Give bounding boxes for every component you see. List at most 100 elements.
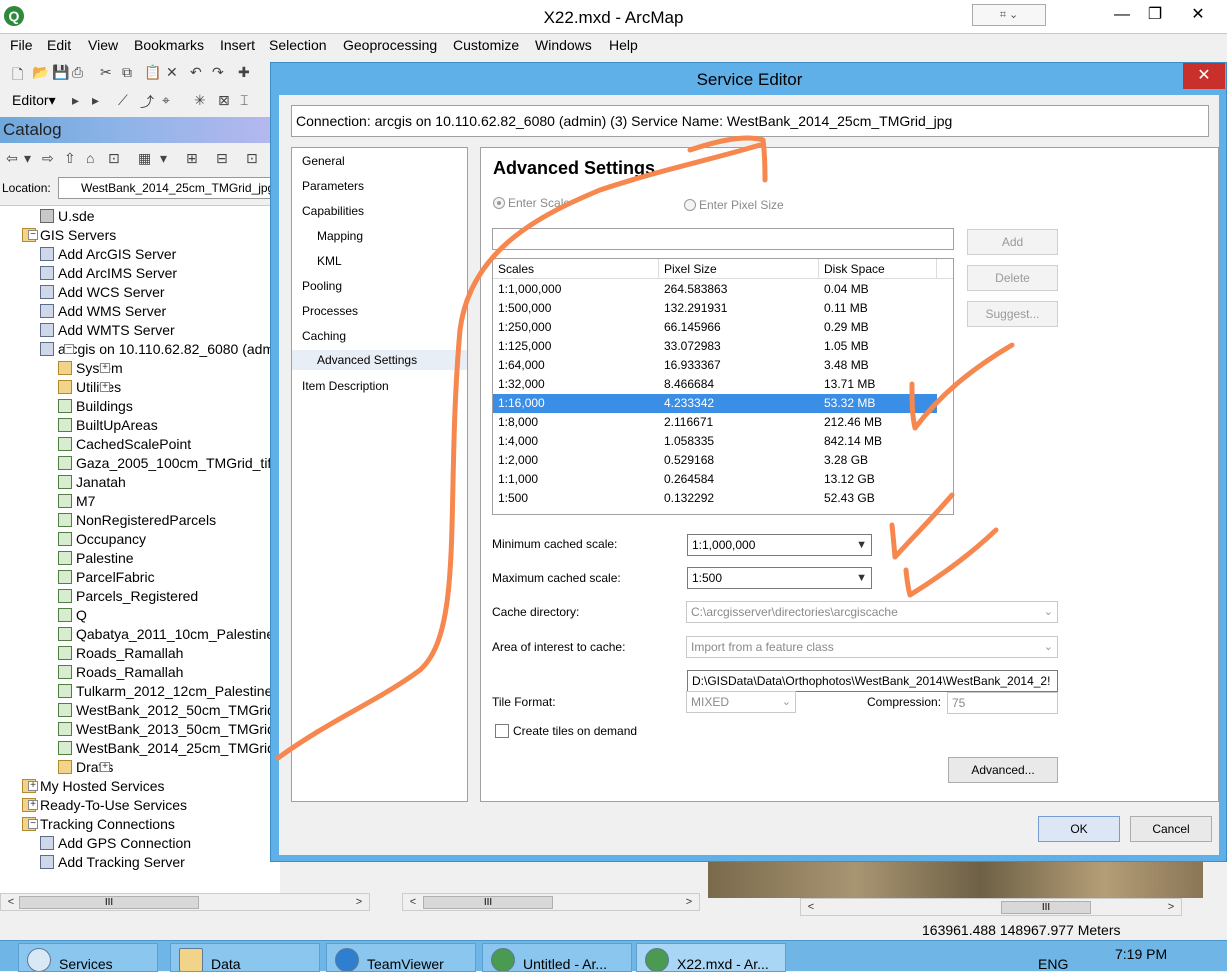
table-row[interactable]: 1:32,000 8.466684 13.71 MB	[493, 375, 937, 394]
taskbar-teamviewer[interactable]: TeamViewer	[326, 943, 476, 972]
tree-item[interactable]: Roads_Ramallah	[58, 663, 183, 682]
ok-button[interactable]: OK	[1038, 816, 1120, 842]
scroll-right-arrow[interactable]: >	[681, 894, 697, 910]
split-icon[interactable]: ⌶	[240, 92, 248, 109]
taskbar-services[interactable]: Services	[18, 943, 158, 972]
nav-processes[interactable]: Processes	[302, 304, 358, 318]
tree-item[interactable]: Add ArcIMS Server	[40, 264, 177, 283]
table-row[interactable]: 1:8,000 2.116671 212.46 MB	[493, 413, 937, 432]
location-input[interactable]: WestBank_2014_25cm_TMGrid_jpg	[58, 177, 276, 199]
tree-item[interactable]: Qabatya_2011_10cm_Palestine	[58, 625, 274, 644]
maximize-button[interactable]: ❐	[1140, 4, 1170, 28]
nav-general[interactable]: General	[302, 154, 345, 168]
edit-tool-icon[interactable]: ▸	[72, 92, 79, 109]
add-button[interactable]: Add	[967, 229, 1058, 255]
table-row[interactable]: 1:64,000 16.933367 3.48 MB	[493, 356, 937, 375]
scroll-thumb[interactable]: III	[423, 896, 553, 909]
undo-icon[interactable]: ↶	[190, 64, 202, 81]
cut-icon[interactable]: ✂	[100, 64, 112, 81]
tree-item[interactable]: BuiltUpAreas	[58, 416, 158, 435]
max-scale-select[interactable]: 1:500 ▼	[687, 567, 872, 589]
delete-button[interactable]: Delete	[967, 265, 1058, 291]
table-row[interactable]: 1:500 0.132292 52.43 GB	[493, 489, 937, 508]
column-scales[interactable]: Scales	[493, 259, 659, 279]
table-row[interactable]: 1:250,000 66.145966 0.29 MB	[493, 318, 937, 337]
tree-item[interactable]: Add WCS Server	[40, 283, 165, 302]
view-options-icon[interactable]: ▦	[138, 150, 151, 167]
scroll-thumb[interactable]: III	[1001, 901, 1091, 914]
tree-item[interactable]: Add WMTS Server	[40, 321, 175, 340]
menu-view[interactable]: View	[88, 37, 118, 53]
menu-geoprocessing[interactable]: Geoprocessing	[343, 37, 437, 53]
expand-icon[interactable]: +	[100, 363, 110, 373]
curve-icon[interactable]: ⤴	[140, 92, 154, 112]
compression-input[interactable]: 75	[947, 692, 1058, 714]
scroll-thumb[interactable]: III	[19, 896, 199, 909]
nav-caching[interactable]: Caching	[302, 329, 346, 343]
taskbar-x22[interactable]: X22.mxd - Ar...	[636, 943, 786, 972]
scroll-left-arrow[interactable]: <	[405, 894, 421, 910]
collapse-icon[interactable]: −	[28, 230, 38, 240]
menu-customize[interactable]: Customize	[453, 37, 519, 53]
cache-directory-select[interactable]: C:\arcgisserver\directories\arcgiscache ⌄	[686, 601, 1058, 623]
tree-item[interactable]: Janatah	[58, 473, 126, 492]
tree-item[interactable]: WestBank_2013_50cm_TMGrid	[58, 720, 275, 739]
back-icon[interactable]: ⇦	[6, 150, 18, 167]
nav-capabilities[interactable]: Capabilities	[302, 204, 364, 218]
tree-item[interactable]: Tulkarm_2012_12cm_Palestine	[58, 682, 272, 701]
tree-item[interactable]: − Tracking Connections	[22, 815, 175, 834]
close-icon[interactable]: ✕	[1183, 63, 1225, 89]
new-folder-icon[interactable]: ⊞	[186, 150, 198, 167]
suggest-button[interactable]: Suggest...	[967, 301, 1058, 327]
expand-icon[interactable]: +	[100, 382, 110, 392]
menu-edit[interactable]: Edit	[47, 37, 71, 53]
middle-hscrollbar[interactable]: < III >	[402, 893, 700, 911]
ribbon-toggle[interactable]: ⌗ ⌄	[972, 4, 1046, 26]
tile-format-select[interactable]: MIXED ⌄	[686, 691, 796, 713]
collapse-icon[interactable]: −	[28, 819, 38, 829]
paste-icon[interactable]: 📋	[144, 64, 161, 81]
redo-icon[interactable]: ↷	[212, 64, 224, 81]
forward-icon[interactable]: ⇨	[42, 150, 54, 167]
tree-view-icon[interactable]: ⊟	[216, 150, 228, 167]
table-row[interactable]: 1:4,000 1.058335 842.14 MB	[493, 432, 937, 451]
reshape-icon[interactable]: ⊠	[218, 92, 230, 109]
tree-item[interactable]: CachedScalePoint	[58, 435, 191, 454]
tree-item[interactable]: Add ArcGIS Server	[40, 245, 176, 264]
save-icon[interactable]: 💾	[52, 64, 69, 81]
language-indicator[interactable]: ENG	[1038, 956, 1068, 972]
tree-item[interactable]: + Ready-To-Use Services	[22, 796, 187, 815]
tree-item[interactable]: Q	[58, 606, 87, 625]
new-icon[interactable]: 🗋	[12, 64, 23, 88]
cancel-button[interactable]: Cancel	[1130, 816, 1212, 842]
collapse-icon[interactable]: −	[64, 344, 74, 354]
column-disk-space[interactable]: Disk Space	[819, 259, 937, 279]
nav-kml[interactable]: KML	[317, 254, 342, 268]
nav-mapping[interactable]: Mapping	[317, 229, 363, 243]
min-scale-select[interactable]: 1:1,000,000 ▼	[687, 534, 872, 556]
table-row[interactable]: 1:1,000,000 264.583863 0.04 MB	[493, 280, 937, 299]
nav-advanced-settings[interactable]: Advanced Settings	[292, 350, 467, 370]
open-icon[interactable]: 📂	[32, 64, 49, 81]
tree-item[interactable]: Add WMS Server	[40, 302, 166, 321]
taskbar-data[interactable]: Data	[170, 943, 320, 972]
area-of-interest-select[interactable]: Import from a feature class ⌄	[686, 636, 1058, 658]
tree-item[interactable]: − GIS Servers	[22, 226, 116, 245]
menu-help[interactable]: Help	[609, 37, 638, 53]
options-icon[interactable]: ⊡	[246, 150, 258, 167]
scroll-right-arrow[interactable]: >	[351, 894, 367, 910]
straight-segment-icon[interactable]: ⟋	[118, 92, 128, 109]
column-pixel-size[interactable]: Pixel Size	[659, 259, 819, 279]
advanced-button[interactable]: Advanced...	[948, 757, 1058, 783]
tree-item[interactable]: + Utilities	[58, 378, 121, 397]
nav-pooling[interactable]: Pooling	[302, 279, 342, 293]
tree-item[interactable]: WestBank_2012_50cm_TMGrid	[58, 701, 275, 720]
enter-pixel-size-radio[interactable]: Enter Pixel Size	[684, 198, 784, 212]
expand-icon[interactable]: +	[100, 762, 110, 772]
copy-icon[interactable]: ⧉	[122, 64, 132, 81]
connect-folder-icon[interactable]: ⊡	[108, 150, 120, 167]
tree-item[interactable]: Parcels_Registered	[58, 587, 198, 606]
tree-item[interactable]: Palestine	[58, 549, 134, 568]
table-row[interactable]: 1:1,000 0.264584 13.12 GB	[493, 470, 937, 489]
map-hscrollbar[interactable]: < III >	[800, 898, 1182, 916]
